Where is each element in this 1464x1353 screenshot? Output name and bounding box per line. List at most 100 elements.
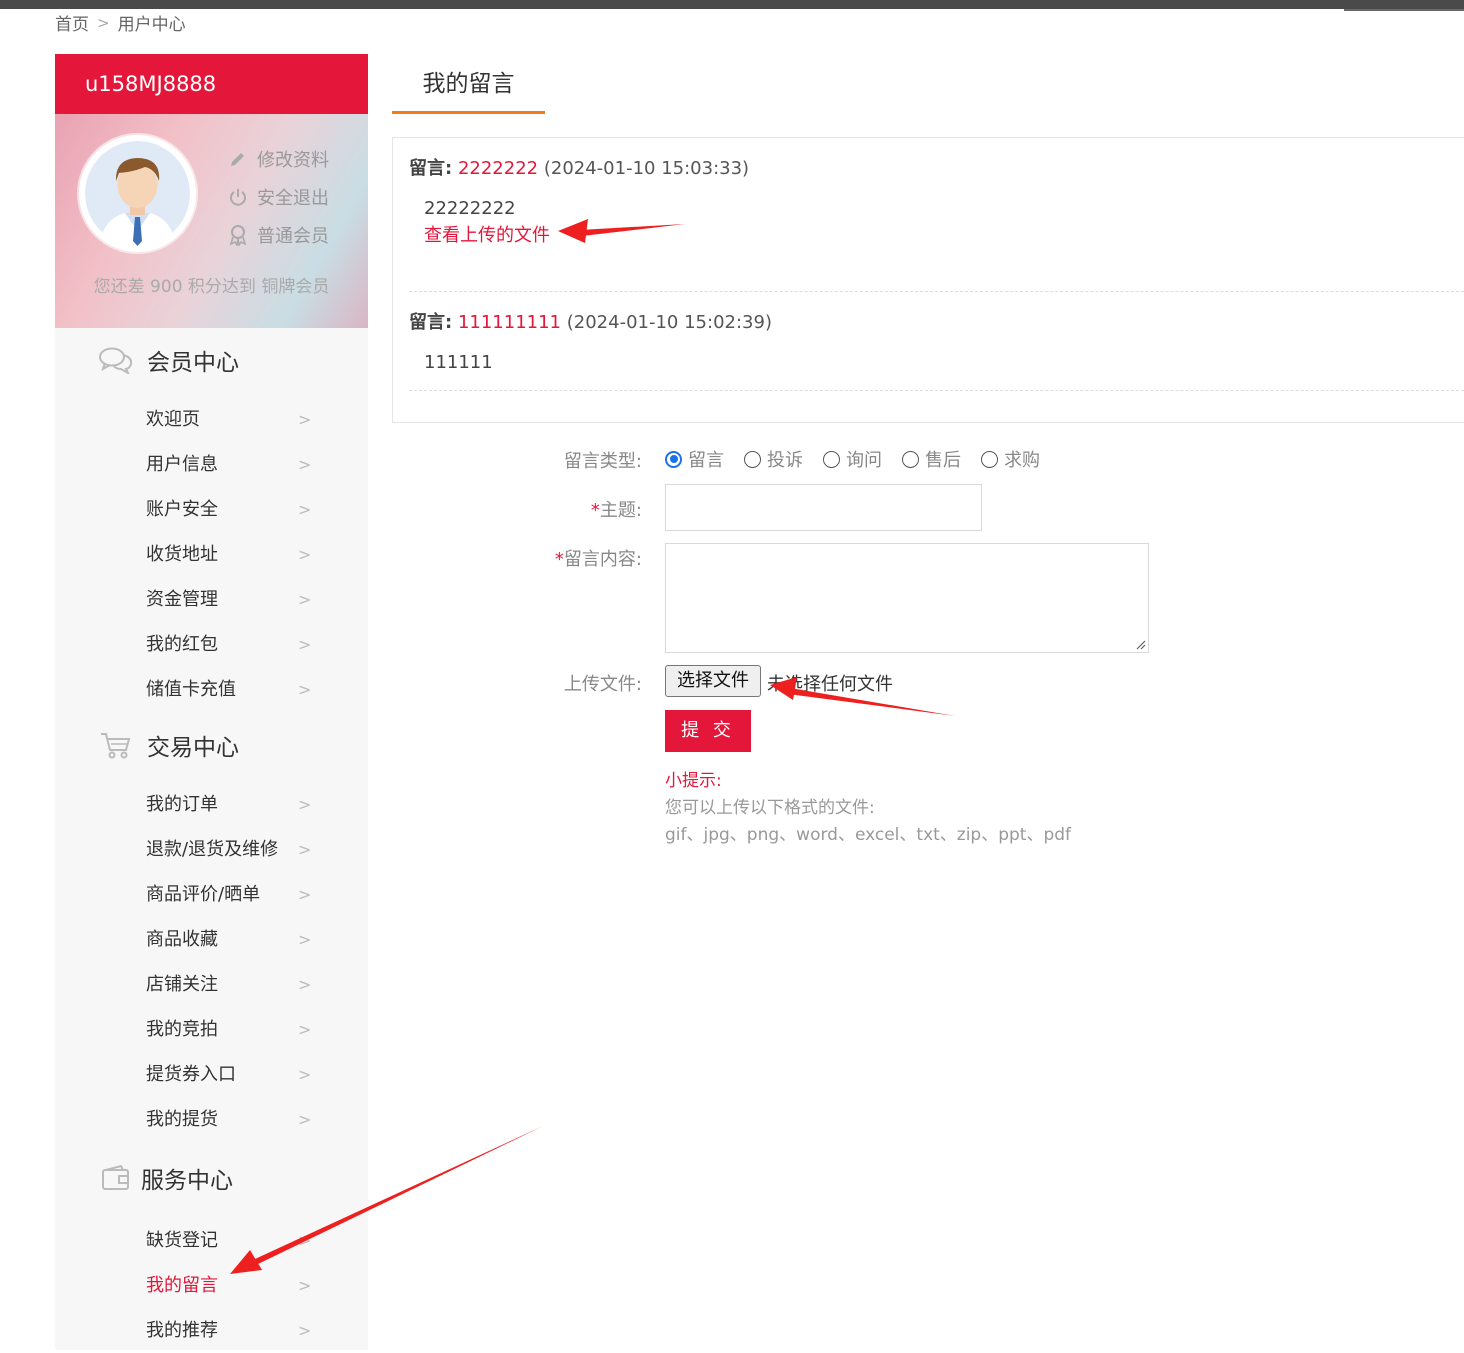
chevron-right-icon: >: [298, 930, 312, 949]
radio-label: 询问: [846, 450, 882, 471]
member-level-link[interactable]: 普通会员: [227, 216, 329, 254]
menu-item-label: 缺货登记: [146, 1230, 218, 1251]
menu-item-reviews[interactable]: 商品评价/晒单 >: [55, 872, 368, 917]
message-item: 留言: 111111111 (2024-01-10 15:02:39) 1111…: [409, 308, 1464, 373]
window-top-bar-edge: [1344, 9, 1464, 11]
section-service-center: 服务中心: [55, 1148, 368, 1208]
menu-item-my-pickups[interactable]: 我的提货 >: [55, 1097, 368, 1142]
chevron-right-icon: >: [298, 975, 312, 994]
chevron-right-icon: >: [298, 455, 312, 474]
message-label: 留言:: [409, 312, 453, 333]
menu-item-auctions[interactable]: 我的竞拍 >: [55, 1007, 368, 1052]
radio-type-purchase[interactable]: 求购: [981, 446, 1040, 472]
file-status: 未选择任何文件: [767, 674, 893, 695]
radio-type-inquiry[interactable]: 询问: [823, 446, 882, 472]
chevron-right-icon: >: [298, 410, 312, 429]
menu-item-label: 用户信息: [146, 454, 218, 475]
message-type-label: 留言类型:: [563, 451, 642, 472]
content-label: *留言内容:: [392, 545, 642, 571]
menu-item-my-referrals[interactable]: 我的推荐 >: [55, 1308, 368, 1353]
message-title: 2222222: [457, 158, 539, 179]
breadcrumb: 首页 > 用户中心: [55, 10, 186, 36]
chevron-right-icon: >: [298, 885, 312, 904]
sidebar: u158MJ8888 修改资料 安全退出 普通会员 您还差 900 积分达到 铜…: [55, 54, 368, 1350]
edit-profile-link[interactable]: 修改资料: [227, 140, 329, 178]
radio-indicator: [744, 450, 761, 468]
menu-item-label: 商品评价/晒单: [146, 884, 261, 905]
menu-item-out-of-stock[interactable]: 缺货登记 >: [55, 1218, 368, 1263]
page-title: 我的留言: [392, 66, 545, 114]
tip-line-2: gif、jpg、png、word、excel、txt、zip、ppt、pdf: [665, 825, 1072, 845]
menu-item-label: 店铺关注: [146, 974, 218, 995]
breadcrumb-separator: >: [97, 13, 110, 32]
menu-item-refunds[interactable]: 退款/退货及维修 >: [55, 827, 368, 872]
menu-item-address[interactable]: 收货地址 >: [55, 532, 368, 577]
chevron-right-icon: >: [298, 1020, 312, 1039]
member-level-label: 普通会员: [257, 226, 329, 247]
radio-indicator: [981, 450, 998, 468]
required-mark: *: [590, 500, 600, 521]
chevron-right-icon: >: [298, 1065, 312, 1084]
message-list: 留言: 2222222 (2024-01-10 15:03:33) 222222…: [392, 137, 1464, 423]
choose-file-button[interactable]: 选择文件: [665, 665, 761, 697]
tip-line-1: 您可以上传以下格式的文件:: [665, 798, 875, 818]
cart-icon: [99, 730, 133, 760]
menu-item-voucher-entry[interactable]: 提货券入口 >: [55, 1052, 368, 1097]
section-title: 服务中心: [141, 1168, 233, 1194]
menu-item-user-info[interactable]: 用户信息 >: [55, 442, 368, 487]
pencil-icon: [227, 148, 249, 170]
message-divider: [409, 291, 1464, 292]
chevron-right-icon: >: [298, 795, 312, 814]
menu-item-followed-shops[interactable]: 店铺关注 >: [55, 962, 368, 1007]
chevron-right-icon: >: [298, 545, 312, 564]
message-time: (2024-01-10 15:02:39): [566, 312, 772, 333]
submit-button[interactable]: 提 交: [665, 710, 751, 752]
chevron-right-icon: >: [298, 635, 312, 654]
menu-item-funds[interactable]: 资金管理 >: [55, 577, 368, 622]
user-card: 修改资料 安全退出 普通会员 您还差 900 积分达到 铜牌会员: [55, 114, 368, 328]
message-type-radio-group: 留言 投诉 询问 售后 求购: [665, 446, 1060, 472]
wallet-icon: [99, 1163, 133, 1193]
menu-item-welcome[interactable]: 欢迎页 >: [55, 397, 368, 442]
chevron-right-icon: >: [298, 1276, 312, 1295]
tip-title: 小提示:: [665, 771, 722, 791]
menu-item-label: 退款/退货及维修: [146, 839, 279, 860]
subject-label: *主题:: [392, 496, 642, 522]
radio-indicator: [902, 450, 919, 468]
power-icon: [227, 186, 249, 208]
radio-type-message[interactable]: 留言: [665, 446, 724, 472]
resize-grip-icon[interactable]: [1136, 640, 1146, 650]
menu-item-my-messages[interactable]: 我的留言 >: [55, 1263, 368, 1308]
avatar[interactable]: [79, 135, 196, 252]
chevron-right-icon: >: [298, 590, 312, 609]
content-label-text: 留言内容:: [563, 549, 642, 570]
points-note: 您还差 900 积分达到 铜牌会员: [93, 277, 330, 297]
menu-item-account-security[interactable]: 账户安全 >: [55, 487, 368, 532]
content-textarea[interactable]: [665, 543, 1149, 653]
radio-label: 留言: [688, 450, 724, 471]
window-top-bar: [0, 0, 1464, 9]
message-time: (2024-01-10 15:03:33): [543, 158, 750, 179]
subject-input[interactable]: [665, 484, 982, 531]
chevron-right-icon: >: [298, 500, 312, 519]
radio-type-after-sale[interactable]: 售后: [902, 446, 961, 472]
logout-link[interactable]: 安全退出: [227, 178, 329, 216]
menu-item-orders[interactable]: 我的订单 >: [55, 782, 368, 827]
section-title: 交易中心: [147, 735, 239, 761]
section-title: 会员中心: [147, 350, 239, 376]
breadcrumb-home[interactable]: 首页: [55, 10, 89, 35]
menu-item-favorites[interactable]: 商品收藏 >: [55, 917, 368, 962]
message-header: 留言: 2222222 (2024-01-10 15:03:33): [409, 154, 1464, 180]
message-item: 留言: 2222222 (2024-01-10 15:03:33) 222222…: [409, 154, 1464, 247]
menu-item-card-recharge[interactable]: 储值卡充值 >: [55, 667, 368, 712]
view-uploaded-file-link[interactable]: 查看上传的文件: [409, 221, 1464, 247]
menu-item-red-packet[interactable]: 我的红包 >: [55, 622, 368, 667]
radio-label: 售后: [925, 450, 961, 471]
menu-item-label: 我的推荐: [146, 1320, 218, 1341]
radio-type-complaint[interactable]: 投诉: [744, 446, 803, 472]
chevron-right-icon: >: [298, 1231, 312, 1250]
medal-icon: [227, 224, 249, 246]
subject-label-text: 主题:: [599, 500, 642, 521]
message-content: 111111: [424, 352, 493, 373]
chevron-right-icon: >: [298, 1321, 312, 1340]
